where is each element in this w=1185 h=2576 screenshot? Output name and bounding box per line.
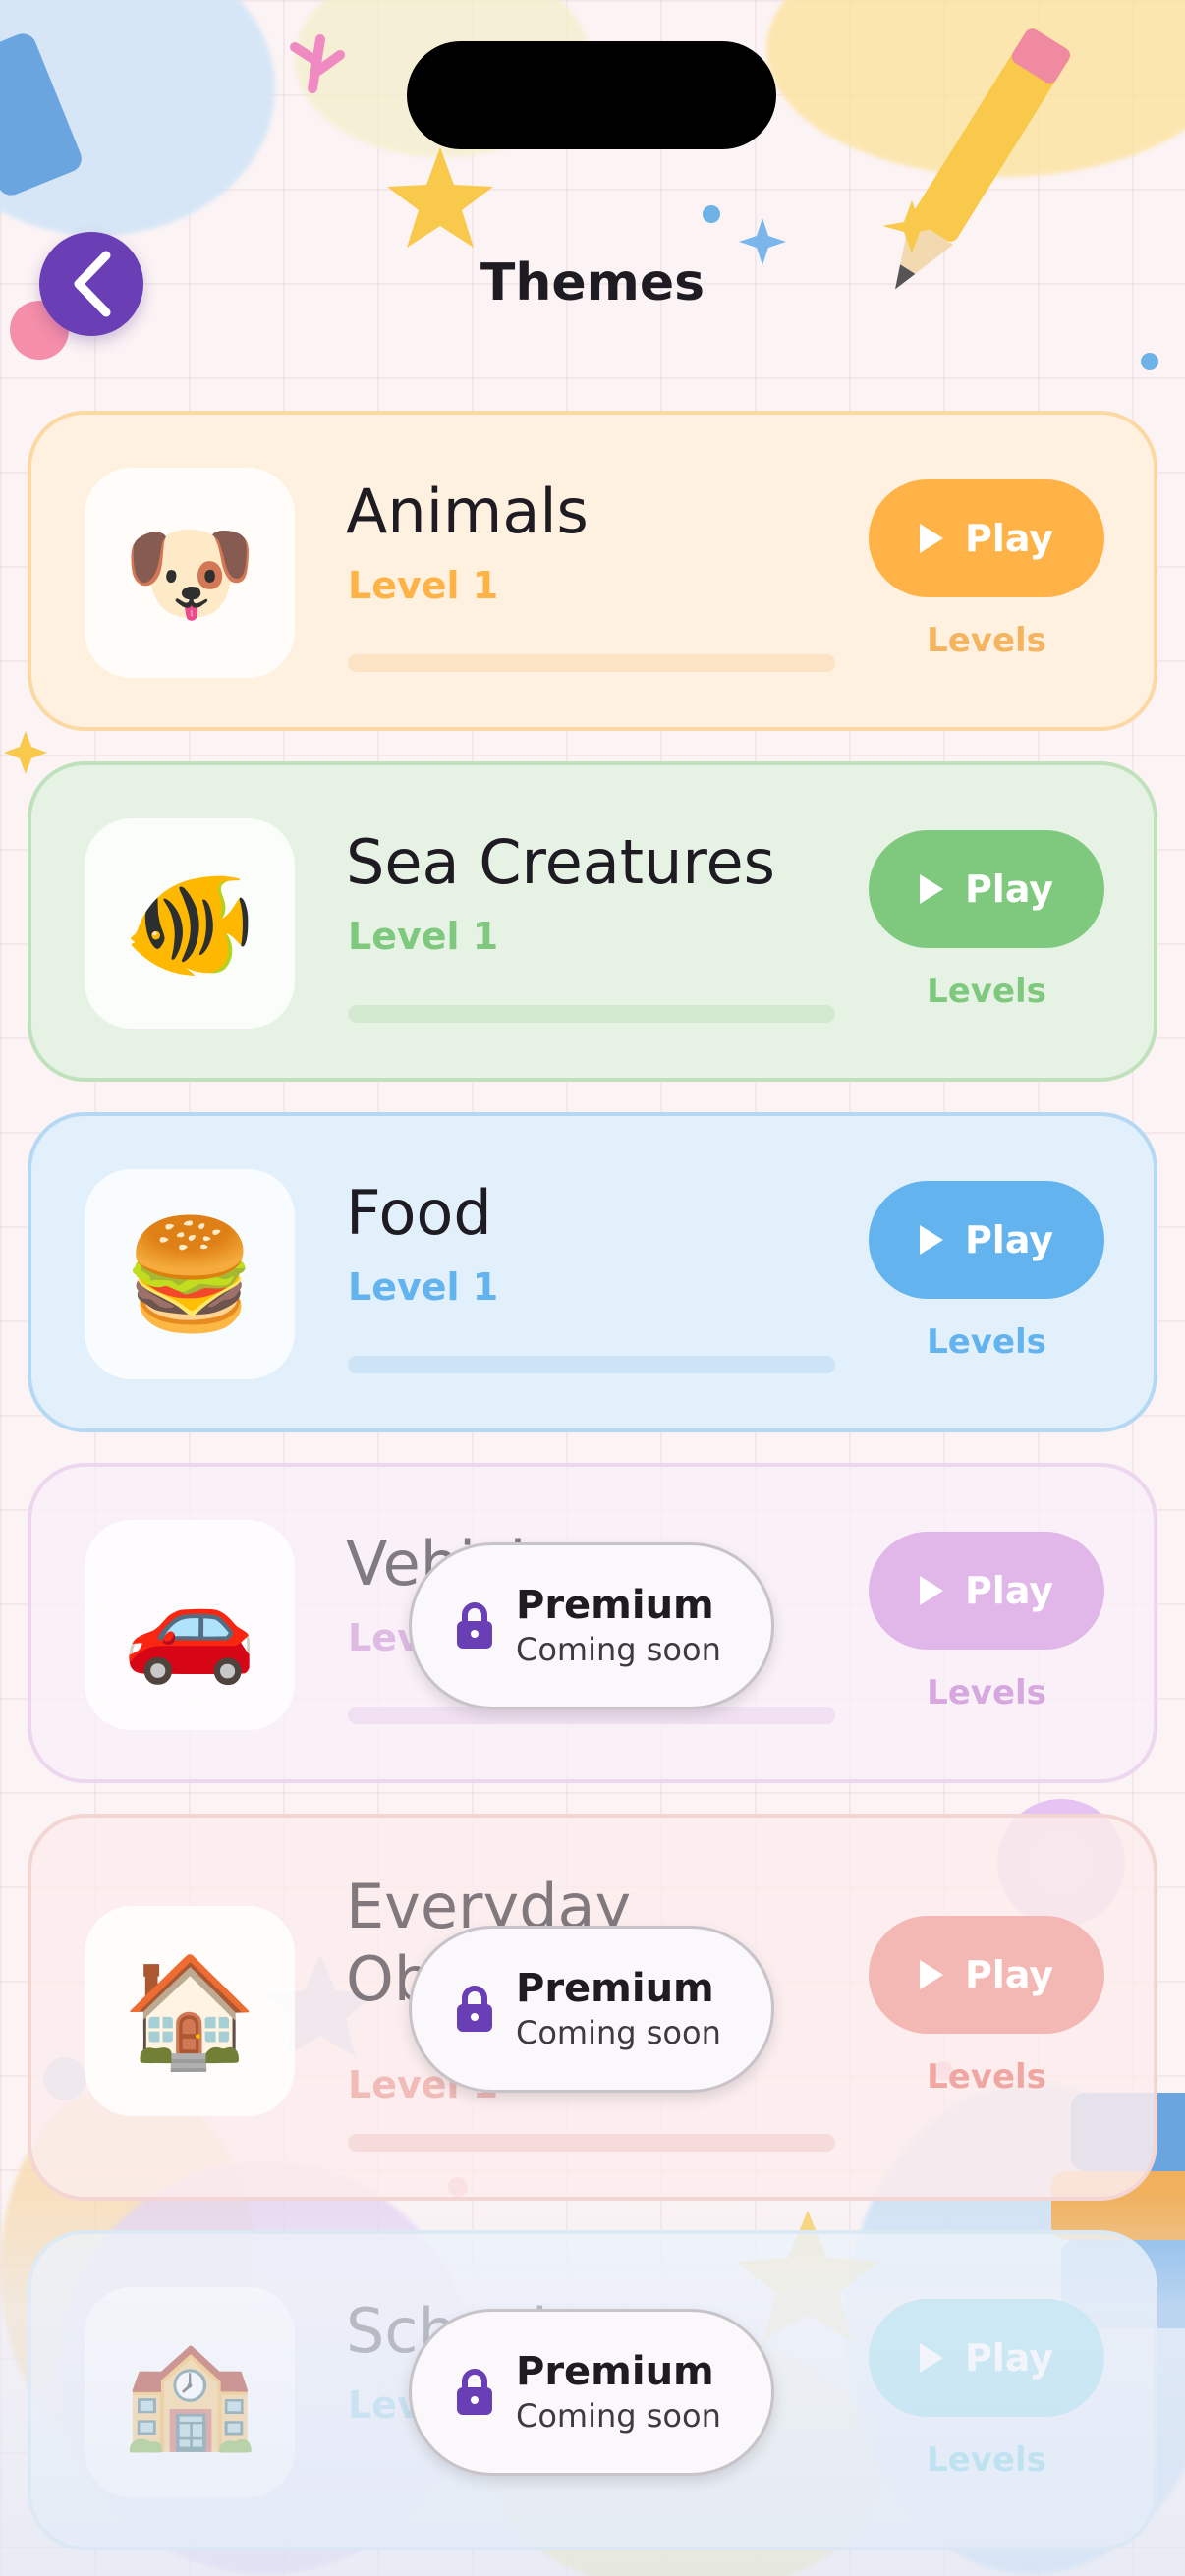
theme-title: Animals bbox=[346, 476, 589, 547]
lock-icon bbox=[457, 1602, 492, 1649]
hamburger-icon: 🍔 bbox=[85, 1169, 295, 1379]
play-icon bbox=[919, 2343, 943, 2373]
house-icon: 🏠 bbox=[85, 1906, 295, 2116]
lock-icon bbox=[457, 2369, 492, 2415]
play-button[interactable]: Play bbox=[869, 830, 1104, 948]
play-button: Play bbox=[869, 2299, 1104, 2417]
theme-title: Sea Creatures bbox=[346, 826, 775, 898]
premium-title: Premium bbox=[516, 1966, 714, 2011]
theme-card-animals[interactable]: 🐶 Animals Level 1 Play Levels bbox=[28, 411, 1157, 731]
levels-link[interactable]: Levels bbox=[869, 1322, 1104, 1362]
levels-link[interactable]: Levels bbox=[869, 621, 1104, 660]
progress-bar bbox=[348, 1005, 835, 1023]
camera-notch bbox=[407, 41, 776, 149]
play-label: Play bbox=[964, 2336, 1054, 2380]
premium-badge-school[interactable]: Premium Coming soon bbox=[409, 2309, 774, 2476]
play-icon bbox=[919, 1576, 943, 1605]
theme-level: Level 1 bbox=[348, 1265, 499, 1309]
premium-subtitle: Coming soon bbox=[516, 2397, 721, 2435]
progress-bar bbox=[348, 2134, 835, 2152]
theme-title: Food bbox=[346, 1177, 492, 1249]
premium-title: Premium bbox=[516, 2349, 714, 2394]
play-icon bbox=[919, 1225, 943, 1255]
school-icon: 🏫 bbox=[85, 2287, 295, 2497]
play-button[interactable]: Play bbox=[869, 1181, 1104, 1299]
premium-badge-everyday-objects[interactable]: Premium Coming soon bbox=[409, 1926, 774, 2093]
dog-face-icon: 🐶 bbox=[85, 468, 295, 678]
premium-subtitle: Coming soon bbox=[516, 1631, 721, 1668]
levels-link[interactable]: Levels bbox=[869, 972, 1104, 1011]
theme-level: Level 1 bbox=[348, 564, 499, 607]
play-button: Play bbox=[869, 1532, 1104, 1650]
play-icon bbox=[919, 874, 943, 904]
progress-bar bbox=[348, 1356, 835, 1373]
premium-badge-vehicles[interactable]: Premium Coming soon bbox=[409, 1542, 774, 1709]
levels-link: Levels bbox=[927, 2440, 1046, 2480]
levels-link: Levels bbox=[927, 2057, 1046, 2097]
play-button[interactable]: Play bbox=[869, 479, 1104, 597]
levels-link: Levels bbox=[927, 1673, 1046, 1712]
play-label: Play bbox=[964, 517, 1054, 560]
theme-level: Level 1 bbox=[348, 915, 499, 958]
progress-bar bbox=[348, 654, 835, 672]
play-label: Play bbox=[964, 1953, 1054, 1996]
play-label: Play bbox=[964, 1218, 1054, 1261]
play-button: Play bbox=[869, 1916, 1104, 2034]
play-icon bbox=[919, 524, 943, 553]
car-icon: 🚗 bbox=[85, 1520, 295, 1730]
tropical-fish-icon: 🐠 bbox=[85, 818, 295, 1029]
premium-subtitle: Coming soon bbox=[516, 2014, 721, 2051]
lock-icon bbox=[457, 1986, 492, 2032]
theme-card-sea-creatures[interactable]: 🐠 Sea Creatures Level 1 Play Levels bbox=[28, 761, 1157, 1082]
theme-card-food[interactable]: 🍔 Food Level 1 Play Levels bbox=[28, 1112, 1157, 1432]
play-label: Play bbox=[964, 868, 1054, 911]
page-title: Themes bbox=[480, 253, 705, 312]
premium-title: Premium bbox=[516, 1583, 714, 1628]
play-icon bbox=[919, 1960, 943, 1989]
play-label: Play bbox=[964, 1569, 1054, 1612]
